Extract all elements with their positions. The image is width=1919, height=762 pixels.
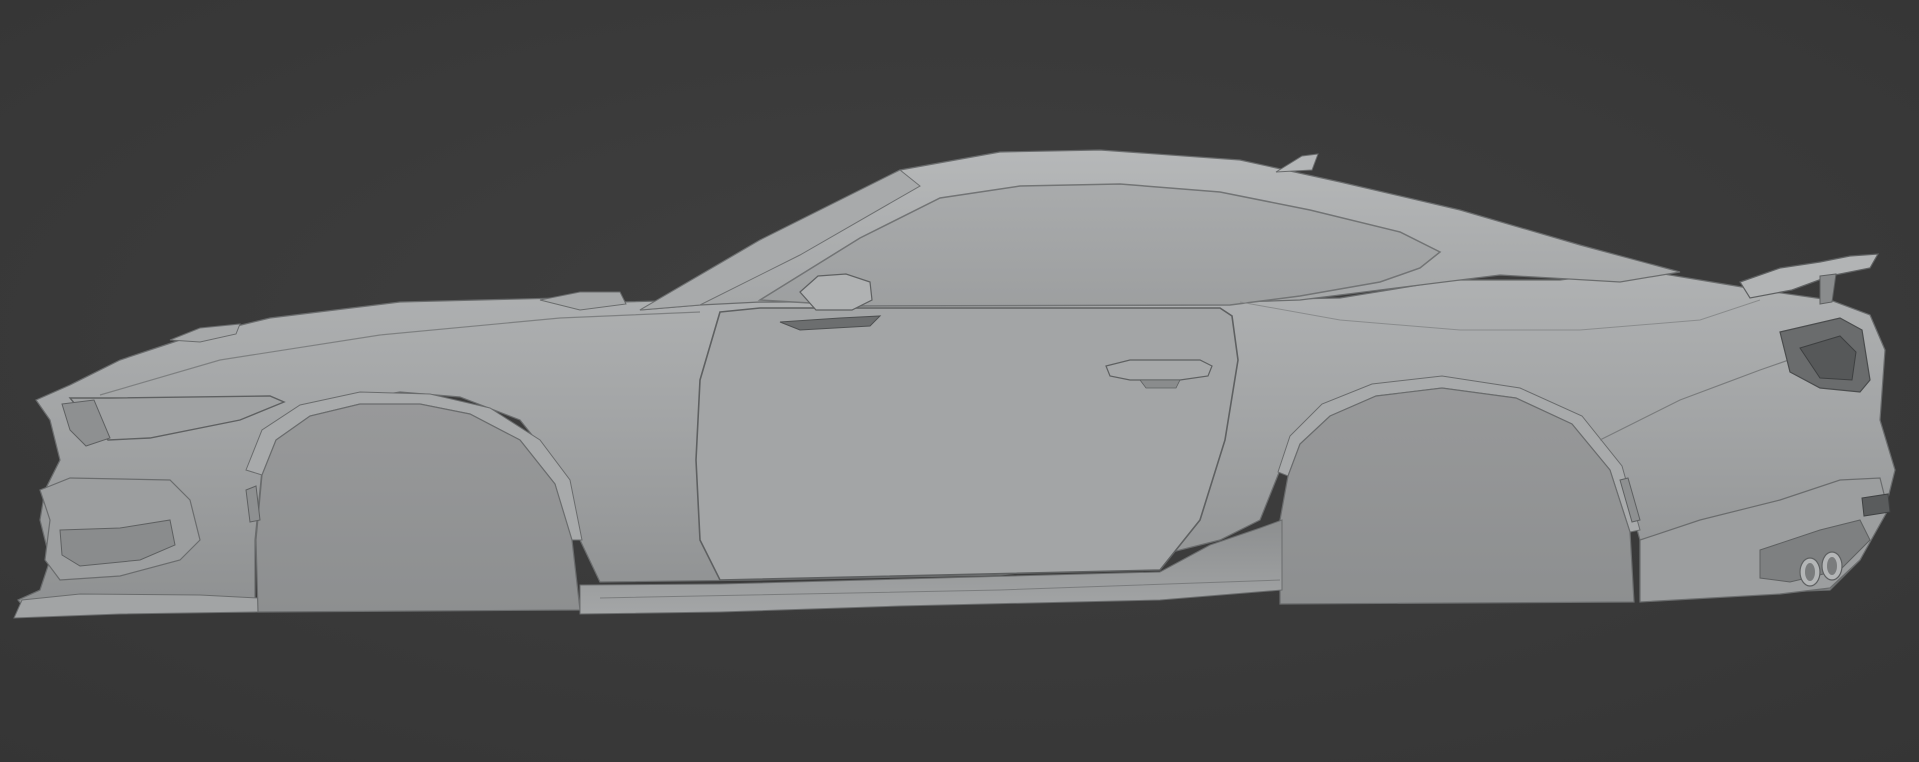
rear-reflector (1861, 493, 1891, 517)
door-panel (695, 307, 1239, 581)
door-handle (1105, 359, 1213, 381)
car-model-render[interactable] (0, 0, 1919, 762)
door-handle-recess (1139, 379, 1181, 389)
exhaust-tip-2-inner (1827, 557, 1837, 575)
3d-viewport[interactable] (0, 0, 1919, 762)
exhaust-tip-1-inner (1805, 563, 1815, 581)
